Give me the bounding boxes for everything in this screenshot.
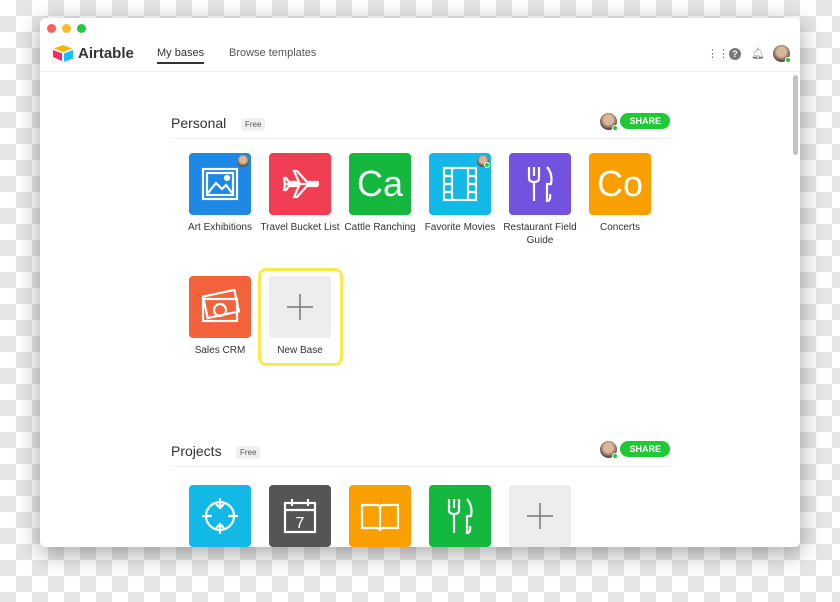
apps-grid-icon[interactable]: ⋮⋮: [707, 48, 729, 60]
base-label: Sales CRM: [194, 345, 246, 356]
user-avatar[interactable]: [773, 45, 791, 63]
section-projects: Projects Free SHARE: [171, 441, 670, 467]
section-title: Personal: [171, 115, 227, 131]
base-tile[interactable]: [180, 485, 260, 547]
calendar-icon: 7: [269, 485, 331, 547]
app-window: Airtable My bases Browse templates ⋮⋮ ? …: [40, 18, 800, 547]
base-tile[interactable]: [340, 485, 420, 547]
base-tile[interactable]: Restaurant Field Guide: [500, 153, 580, 247]
collaborator-avatar: [237, 155, 249, 167]
fork-knife-icon: [509, 153, 571, 215]
section-personal: Personal Free SHARE: [171, 113, 670, 139]
base-tile[interactable]: Favorite Movies: [420, 153, 500, 234]
scrollbar[interactable]: [793, 75, 798, 155]
tab-my-bases[interactable]: My bases: [157, 47, 205, 64]
share-button[interactable]: SHARE: [620, 113, 670, 129]
logo-text: Airtable: [78, 44, 134, 62]
base-tile[interactable]: Ca Cattle Ranching: [340, 153, 420, 234]
base-label: Concerts: [599, 222, 640, 233]
close-button[interactable]: [47, 24, 56, 33]
film-icon: [429, 153, 491, 215]
base-tile[interactable]: Co Concerts: [580, 153, 660, 234]
base-initials-icon: Ca: [349, 153, 411, 215]
plan-badge: Free: [236, 446, 261, 459]
base-tile[interactable]: [420, 485, 500, 547]
base-label: Cattle Ranching: [344, 222, 416, 233]
plus-icon: [509, 485, 571, 547]
base-tile[interactable]: Travel Bucket List: [260, 153, 340, 234]
image-icon: [189, 153, 251, 215]
base-tile[interactable]: New Base: [260, 276, 340, 357]
book-icon: [349, 485, 411, 547]
base-label: Favorite Movies: [424, 222, 496, 233]
base-tile[interactable]: Sales CRM: [180, 276, 260, 357]
help-icon[interactable]: ?: [729, 47, 741, 60]
airtable-logo[interactable]: Airtable: [52, 44, 134, 62]
svg-text:7: 7: [296, 515, 305, 532]
base-tile[interactable]: Art Exhibitions: [180, 153, 260, 234]
collaborator-avatar[interactable]: [600, 113, 618, 131]
window-controls: [47, 24, 86, 33]
collaborator-avatar: [477, 155, 490, 168]
base-initials-icon: Co: [589, 153, 651, 215]
share-button[interactable]: SHARE: [620, 441, 670, 457]
zoom-button[interactable]: [77, 24, 86, 33]
fork-knife-icon: [429, 485, 491, 547]
target-icon: [189, 485, 251, 547]
base-label: Restaurant Field Guide: [503, 222, 577, 246]
money-icon: [189, 276, 251, 338]
base-label: New Base: [277, 345, 323, 356]
base-label: Travel Bucket List: [260, 222, 340, 233]
collaborator-avatar[interactable]: [600, 441, 618, 459]
base-tile[interactable]: 7: [260, 485, 340, 547]
section-title: Projects: [171, 443, 222, 459]
minimize-button[interactable]: [62, 24, 71, 33]
tab-browse-templates[interactable]: Browse templates: [229, 47, 316, 59]
top-header: Airtable My bases Browse templates ⋮⋮ ? …: [40, 38, 800, 72]
plus-icon: [269, 276, 331, 338]
plan-badge: Free: [241, 118, 266, 131]
bell-icon[interactable]: 🔔︎: [751, 48, 765, 60]
airplane-icon: [269, 153, 331, 215]
base-tile[interactable]: [500, 485, 580, 547]
airtable-logo-icon: [53, 45, 73, 62]
base-label: Art Exhibitions: [188, 222, 252, 233]
